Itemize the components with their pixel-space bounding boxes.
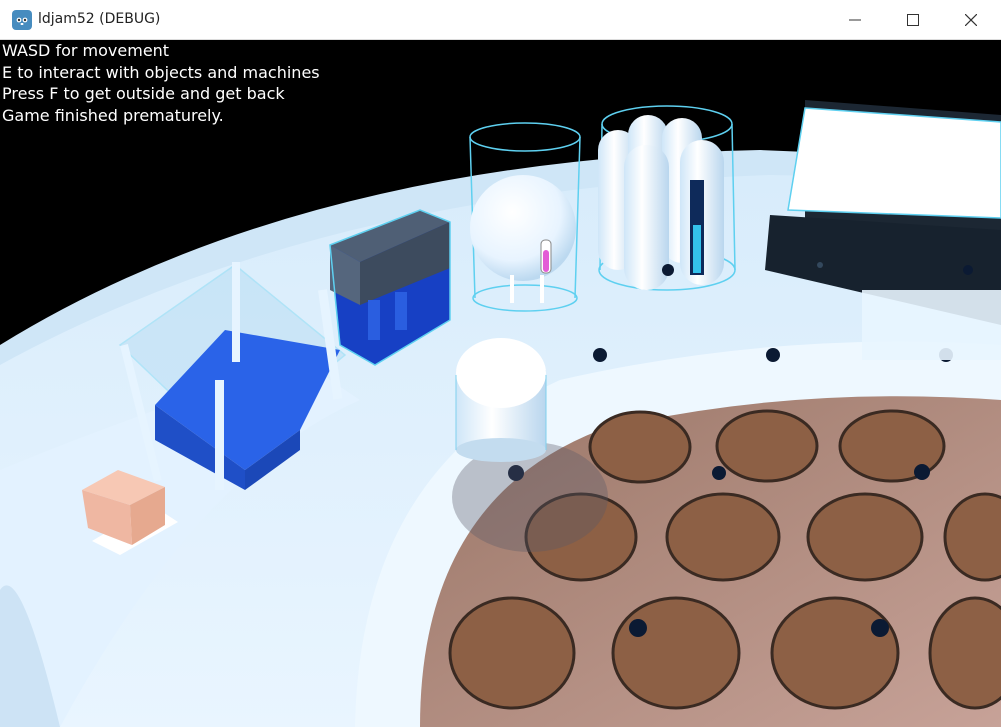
maximize-icon <box>907 14 919 26</box>
game-viewport[interactable] <box>0 40 1001 727</box>
minimize-button[interactable] <box>826 0 884 40</box>
hud-line-status: Game finished prematurely. <box>2 105 224 125</box>
hud-line-interact: E to interact with objects and machines <box>2 62 320 82</box>
maximize-button[interactable] <box>884 0 942 40</box>
godot-engine-icon <box>12 10 32 30</box>
close-icon <box>965 14 977 26</box>
hud-line-outside: Press F to get outside and get back <box>2 84 285 103</box>
window-title: ldjam52 (DEBUG) <box>38 11 161 27</box>
window-title-bar: ldjam52 (DEBUG) <box>0 0 1001 40</box>
player-character <box>455 338 547 462</box>
hud-line-movement: WASD for movement <box>2 41 170 60</box>
close-button[interactable] <box>942 0 1000 40</box>
hud-instructions: WASD for movement E to interact with obj… <box>2 40 320 126</box>
minimize-icon <box>849 19 861 21</box>
